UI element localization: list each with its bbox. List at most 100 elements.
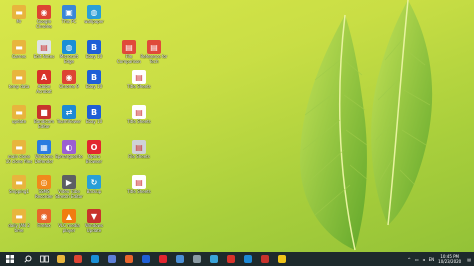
firefox-icon (124, 255, 133, 263)
desktop-icon[interactable]: ▦ Windows Defender (30, 138, 58, 171)
system-tray: ^ ▭ ◂ EN 10:45 PM 10/23/2020 ▤ (407, 252, 474, 266)
recorder-icon: ◎ (37, 175, 51, 189)
language-indicator[interactable]: EN (429, 257, 435, 262)
desktop-icon-label: This PC (61, 19, 77, 24)
desktop-icon[interactable]: A Adobe Acrobat (30, 68, 58, 101)
taskbar-app[interactable] (171, 252, 188, 266)
pdf-icon: ▤ (132, 105, 146, 119)
desktop-icon-label: Reference for Tech (140, 54, 168, 64)
network-icon[interactable]: ▭ (415, 257, 419, 262)
desktop-icon[interactable]: ▤ Title Sheets (125, 103, 153, 136)
folder-icon: ▬ (12, 140, 26, 154)
file-icon: ▤ (132, 140, 146, 154)
desktop-icon[interactable]: ▤ Title Sheets (125, 68, 153, 101)
desktop-icon-label: Google Chrome (36, 19, 52, 29)
desktop-icon-label: Bandicam Editor (34, 119, 54, 129)
chrome-icon: ◉ (62, 70, 76, 84)
taskbar-app[interactable] (52, 252, 69, 266)
desktop-icon[interactable]: B Ebay 10 (80, 38, 108, 71)
desktop-icon[interactable]: O Opera Browser (80, 138, 108, 171)
folder-icon: ▬ (12, 209, 26, 223)
desktop-icon[interactable]: B Ebay 10 (80, 68, 108, 101)
clock[interactable]: 10:45 PM 10/23/2020 (438, 254, 461, 264)
recorder-icon (260, 255, 269, 263)
desktop-icon[interactable]: ◉ Google Chrome (30, 3, 58, 36)
desktop-icon[interactable]: ▣ This PC (55, 3, 83, 36)
desktop-icon[interactable]: ◍ wallpaper (80, 3, 108, 36)
desktop-icon[interactable]: ▬ main clone 10 clone files (5, 138, 33, 171)
desktop-icon[interactable]: ▲ VLC media player (55, 207, 83, 240)
desktop-icon[interactable]: ▶ Video Tube Stretch Editor (55, 173, 83, 206)
desktop-icon-label: Ebay 10 (85, 54, 103, 59)
desktop-icon[interactable]: ◍ Microsoft Edge (55, 38, 83, 71)
desktop-icon[interactable]: ■ Bandicam Editor (30, 103, 58, 136)
pc-icon: ▣ (62, 5, 76, 19)
desktop-icon-label: main clone 10 clone files (5, 154, 33, 164)
app-icon: B (87, 40, 101, 54)
start-button[interactable] (0, 252, 20, 266)
taskbar-app[interactable] (188, 252, 205, 266)
chrome-icon (73, 255, 82, 263)
volume-icon[interactable]: ◂ (423, 257, 425, 262)
desktop-icon[interactable]: ◉ Chrome 9 (55, 68, 83, 101)
desktop-icon-label: Microsoft Edge (59, 54, 79, 64)
desktop-icon[interactable]: ▬ update (5, 103, 33, 136)
notification-icon[interactable]: ▤ (467, 257, 471, 262)
settings-icon (192, 255, 201, 263)
taskbar-app[interactable] (69, 252, 86, 266)
desktop-icon[interactable]: ▬ Snipping1 (5, 173, 33, 206)
taskbar-app[interactable] (154, 252, 171, 266)
taskbar-app[interactable] (222, 252, 239, 266)
desktop-icon-label: Mr (16, 19, 22, 24)
windows-logo-icon (6, 255, 14, 263)
desktop-icon-label: Backup (86, 189, 102, 194)
teamviewer-icon: ⇄ (62, 105, 76, 119)
pinned-apps (52, 252, 290, 266)
search-button[interactable] (20, 252, 36, 266)
desktop-icon[interactable]: ▤ File Sheets (125, 138, 153, 171)
desktop-icon[interactable]: B Ebay 10 (80, 103, 108, 136)
taskbar-app[interactable] (103, 252, 120, 266)
desktop-icon-label: File Comparison (117, 54, 141, 64)
taskbar-app[interactable] (120, 252, 137, 266)
desktop-icon[interactable]: ▤ File Comparison (115, 38, 143, 71)
desktop-icon[interactable]: ↻ Backup (80, 173, 108, 206)
mail-icon (175, 255, 184, 263)
desktop-icon-label: Video Tube Stretch Editor (55, 189, 83, 199)
photos-icon (209, 255, 218, 263)
desktop-icon-label: Title Sheets (127, 119, 151, 124)
tray-chevron-icon[interactable]: ^ (407, 257, 410, 262)
folder-icon: ▬ (12, 105, 26, 119)
desktop-icon-label: temp data (8, 84, 30, 89)
desktop-icon[interactable]: ◐ Epmarguerite (55, 138, 83, 171)
taskbar-app[interactable] (239, 252, 256, 266)
taskbar-app[interactable] (86, 252, 103, 266)
desktop-icon[interactable]: ▬ Mr (5, 3, 33, 36)
app-icon: ◐ (62, 140, 76, 154)
acrobat-icon (226, 255, 235, 263)
pdf-icon: ▤ (122, 40, 136, 54)
folder-icon: ▬ (12, 70, 26, 84)
desktop-icon[interactable]: ▤ Title Sheets (125, 173, 153, 206)
desktop-icon-label: Adobe Acrobat (36, 84, 52, 94)
task-view-button[interactable] (36, 252, 52, 266)
teamviewer-icon (243, 255, 252, 263)
taskbar-app[interactable] (273, 252, 290, 266)
file-explorer-icon (56, 255, 65, 263)
taskbar-app[interactable] (205, 252, 222, 266)
desktop-icon[interactable]: ▤ Edit Notes (30, 38, 58, 71)
recorder-icon: ■ (37, 105, 51, 119)
sync-icon: ↻ (87, 175, 101, 189)
desktop-icon[interactable]: ▬ Games (5, 38, 33, 71)
desktop-icon[interactable]: ▬ temp data (5, 68, 33, 101)
desktop-icon[interactable]: ▤ Reference for Tech (140, 38, 168, 71)
desktop-icon[interactable]: ▼ Windows Update (80, 207, 108, 240)
desktop-icon[interactable]: ◎ SSMS Recorder (30, 173, 58, 206)
desktop-icon[interactable]: ⇄ TeamViewer (55, 103, 83, 136)
desktop-icon[interactable]: ◉ Firefox (30, 207, 58, 240)
desktop-icon-label: Windows Defender (34, 154, 54, 164)
desktop-icon[interactable]: ▬ daily JAN 2 time (5, 207, 33, 240)
taskbar-app[interactable] (256, 252, 273, 266)
desktop-icon-label: Ebay 10 (85, 119, 103, 124)
taskbar-app[interactable] (137, 252, 154, 266)
